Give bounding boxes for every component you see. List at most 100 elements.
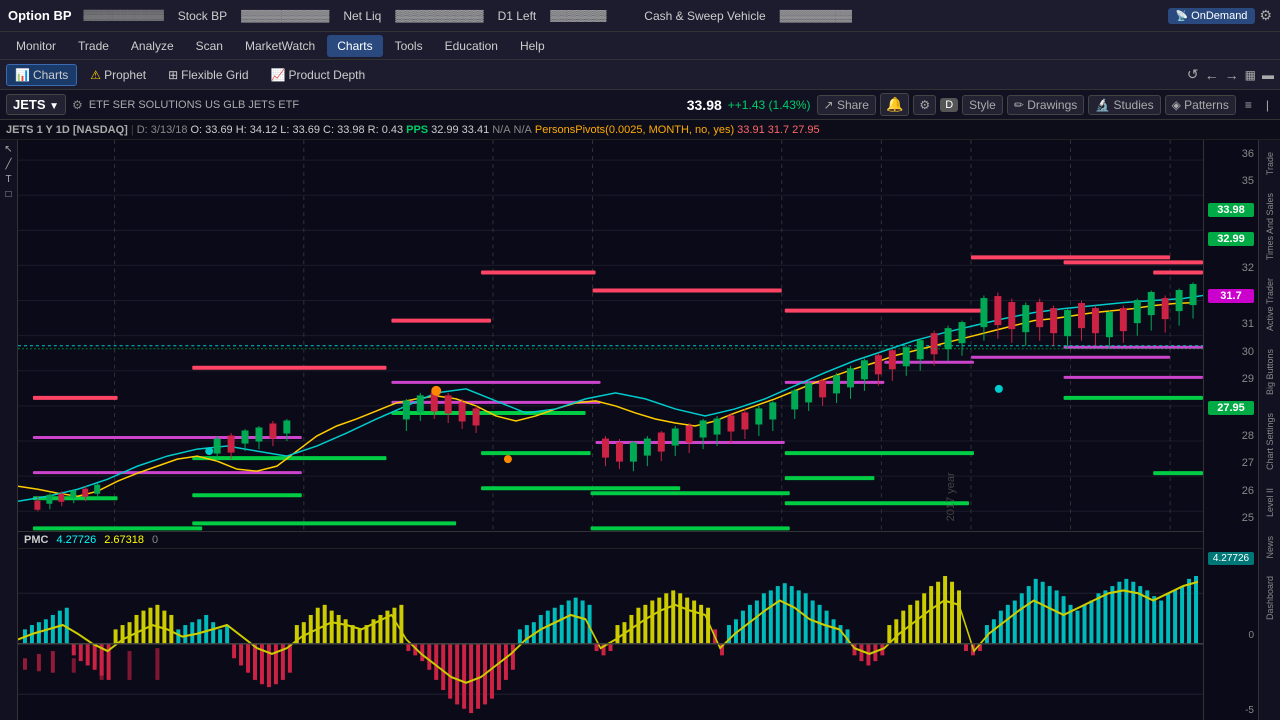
price-30: 30 <box>1208 346 1254 358</box>
menu-analyze[interactable]: Analyze <box>121 35 184 57</box>
price-29: 29 <box>1208 373 1254 385</box>
top-navigation-bar: Option BP ▓▓▓▓▓▓▓▓▓▓▓ Stock BP ▓▓▓▓▓▓▓▓▓… <box>0 0 1280 32</box>
style-btn[interactable]: Style <box>962 95 1003 115</box>
info-open: O: 33.69 <box>190 124 232 136</box>
d1-left-value: ▓▓▓▓▓▓▓ <box>550 10 630 22</box>
pps-val2: 33.41 <box>462 124 490 136</box>
drawing-tools-sidebar: ↖ ╱ T □ <box>0 140 18 720</box>
studies-label: Studies <box>1114 98 1154 112</box>
pmc-val1: 4.27726 <box>56 534 96 546</box>
price-27: 27 <box>1208 457 1254 469</box>
sidebar-active-trader[interactable]: Active Trader <box>1265 270 1275 339</box>
main-content: ↖ ╱ T □ <box>0 140 1280 720</box>
layout-single-icon[interactable]: ▬ <box>1262 68 1274 82</box>
refresh-icon[interactable]: ↺ <box>1187 66 1199 83</box>
sidebar-level2[interactable]: Level II <box>1265 480 1275 525</box>
alert-icon[interactable]: 🔔 <box>880 93 909 116</box>
toolbar-right: ↺ ← → ▦ ▬ <box>1187 66 1274 83</box>
share-icon: ↗ <box>824 98 834 112</box>
prophet-btn[interactable]: ⚠ Prophet <box>81 64 155 86</box>
persons-pivot-label: PersonsPivots(0.0025, MONTH, no, yes) <box>535 124 734 136</box>
studies-btn[interactable]: 🔬 Studies <box>1088 95 1160 115</box>
on-demand-btn[interactable]: 📡 OnDemand <box>1168 8 1256 24</box>
info-high: H: 34.12 <box>236 124 278 136</box>
drawings-icon: ✏ <box>1014 98 1024 112</box>
charts-label: Charts <box>33 68 68 82</box>
rect-tool[interactable]: □ <box>5 189 11 200</box>
info-close: C: 33.98 <box>323 124 365 136</box>
layout-grid-icon[interactable]: ▦ <box>1245 68 1256 82</box>
symbol-change: ++1.43 (1.43%) <box>728 98 811 112</box>
forward-icon[interactable]: → <box>1225 67 1239 83</box>
studies-icon: 🔬 <box>1095 98 1110 112</box>
d-badge[interactable]: D <box>940 98 958 112</box>
stock-bp-label: Stock BP <box>168 5 237 27</box>
cash-sweep-value: ▓▓▓▓▓▓▓▓▓ <box>780 10 852 22</box>
pivot-val2: 31.7 <box>768 124 789 136</box>
bp-balance: ▓▓▓▓▓▓▓▓▓▓▓ <box>84 10 164 21</box>
symbol-description: ETF SER SOLUTIONS US GLB JETS ETF <box>89 99 681 111</box>
menu-marketwatch[interactable]: MarketWatch <box>235 35 325 57</box>
patterns-label: Patterns <box>1184 98 1229 112</box>
info-sep1: | <box>131 124 134 136</box>
on-demand-label: OnDemand <box>1191 10 1247 22</box>
chart-area: 2017 year 36 35 33.98 32.99 32 31.7 31 3… <box>18 140 1258 720</box>
menu-tools[interactable]: Tools <box>385 35 433 57</box>
settings-btn[interactable]: ⚙ <box>913 95 936 115</box>
pivot-val1: 33.91 <box>737 124 765 136</box>
price-32: 32 <box>1208 262 1254 274</box>
menu-education[interactable]: Education <box>435 35 508 57</box>
price-chart-svg: 2017 year <box>18 140 1203 531</box>
menu-help[interactable]: Help <box>510 35 555 57</box>
more-btn[interactable]: ≡ <box>1240 96 1257 114</box>
chart-timeframe: JETS 1 Y 1D [NASDAQ] <box>6 124 128 136</box>
text-tool[interactable]: T <box>5 174 11 185</box>
sidebar-news[interactable]: News <box>1265 528 1275 567</box>
sidebar-big-buttons[interactable]: Big Buttons <box>1265 341 1275 403</box>
sidebar-trade[interactable]: Trade <box>1265 144 1275 183</box>
price-317-label: 31.7 <box>1208 289 1254 303</box>
prophet-label: Prophet <box>104 68 146 82</box>
price-25: 25 <box>1208 512 1254 524</box>
info-low: L: 33.69 <box>280 124 320 136</box>
price-36: 36 <box>1208 148 1254 160</box>
menu-trade[interactable]: Trade <box>68 35 119 57</box>
pmc-svg <box>18 550 1203 720</box>
cursor-tool[interactable]: ↖ <box>4 144 12 155</box>
pmc-label: PMC <box>24 534 48 546</box>
pmc-header: PMC 4.27726 2.67318 0 <box>18 532 1203 549</box>
price-28: 28 <box>1208 430 1254 442</box>
depth-icon: 📈 <box>271 68 286 82</box>
symbol-settings-icon[interactable]: ⚙ <box>72 98 83 112</box>
toolbar-chart-buttons: ↗ Share 🔔 ⚙ D Style ✏ Drawings 🔬 Studies… <box>817 93 1274 116</box>
price-3299-label: 32.99 <box>1208 232 1254 246</box>
symbol-select[interactable]: JETS ▼ <box>6 94 66 115</box>
pmc-chart[interactable]: PMC 4.27726 2.67318 0 <box>18 532 1203 720</box>
settings-icon[interactable]: ⚙ <box>1259 7 1272 24</box>
charts-btn[interactable]: 📊 Charts <box>6 64 77 86</box>
price-31: 31 <box>1208 318 1254 330</box>
share-btn[interactable]: ↗ Share <box>817 95 876 115</box>
patterns-btn[interactable]: ◈ Patterns <box>1165 95 1236 115</box>
price-26: 26 <box>1208 485 1254 497</box>
menu-scan[interactable]: Scan <box>186 35 233 57</box>
flexible-grid-label: Flexible Grid <box>181 68 248 82</box>
draw-line-icon[interactable]: | <box>1261 96 1274 114</box>
flexible-grid-btn[interactable]: ⊞ Flexible Grid <box>159 64 257 86</box>
product-depth-btn[interactable]: 📈 Product Depth <box>262 64 375 86</box>
main-price-chart[interactable]: 2017 year <box>18 140 1203 532</box>
sidebar-chart-settings[interactable]: Chart Settings <box>1265 405 1275 478</box>
menu-monitor[interactable]: Monitor <box>6 35 66 57</box>
price-2795-label: 27.95 <box>1208 401 1254 415</box>
menu-charts[interactable]: Charts <box>327 35 382 57</box>
na2: N/A <box>514 124 532 136</box>
line-tool[interactable]: ╱ <box>5 159 11 170</box>
stock-bp-value: ▓▓▓▓▓▓▓▓▓▓▓ <box>241 10 329 22</box>
back-icon[interactable]: ← <box>1205 67 1219 83</box>
info-date: D: 3/13/18 <box>137 124 188 136</box>
drawings-btn[interactable]: ✏ Drawings <box>1007 95 1084 115</box>
na1: N/A <box>492 124 510 136</box>
sidebar-dashboard[interactable]: Dashboard <box>1265 568 1275 628</box>
sidebar-times-sales[interactable]: Times And Sales <box>1265 185 1275 268</box>
option-bp-logo: Option BP <box>8 8 72 23</box>
